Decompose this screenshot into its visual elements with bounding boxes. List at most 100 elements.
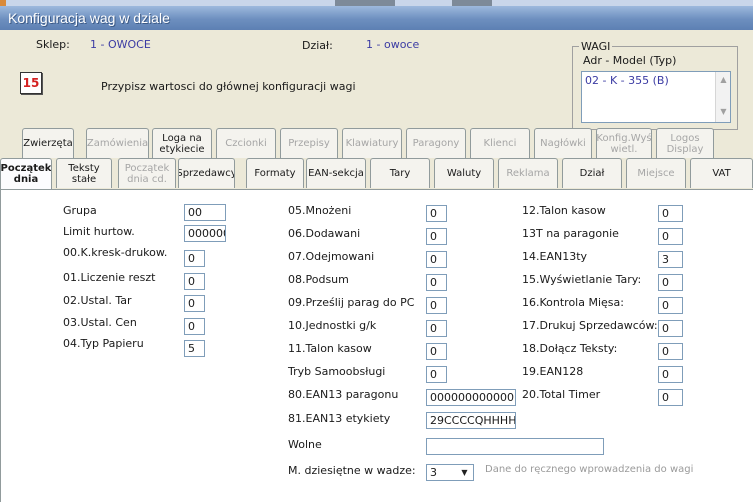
tab-tary[interactable]: Tary [370, 158, 430, 188]
wagi-subheader: Adr - Model (Typ) [583, 54, 677, 67]
field-label: 16.Kontrola Mięsa: [522, 296, 624, 309]
wagi-scrollbar[interactable]: ▲ ▼ [715, 72, 730, 122]
dzial-value: 1 - owoce [366, 38, 420, 51]
tab-naglowki[interactable]: Nagłówki [534, 128, 592, 158]
tab-paragony[interactable]: Paragony [406, 128, 466, 158]
scroll-down-icon[interactable]: ▼ [717, 105, 730, 119]
field-label: 15.Wyświetlanie Tary: [522, 273, 642, 286]
field-label: 07.Odejmowani [288, 250, 375, 263]
tab-zamowienia[interactable]: Zamówienia [86, 128, 149, 158]
tab-konfig-wyswietl[interactable]: Konfig.Wyś wietl. [596, 128, 652, 158]
tab-miejsce[interactable]: Miejsce [626, 158, 686, 188]
field-label: Tryb Samoobsługi [288, 365, 386, 378]
field-label: 00.K.kresk-drukow. [63, 246, 168, 259]
field-label: Wolne [288, 438, 322, 451]
chevron-down-icon[interactable]: ▼ [457, 466, 472, 479]
window-title: Konfiguracja wag w dziale [0, 6, 753, 30]
k-kresk-drukow-input[interactable]: 0 [184, 250, 205, 267]
wagi-legend: WAGI [579, 40, 613, 53]
manual-note: Dane do ręcznego wprowadzenia do wagi [485, 464, 694, 475]
field-label: M. dziesiętne w wadze: [288, 464, 416, 477]
tab-dzial[interactable]: Dział [562, 158, 622, 188]
field-label: 05.Mnożeni [288, 204, 352, 217]
tab-reklama[interactable]: Reklama [498, 158, 558, 188]
field-label: 06.Dodawani [288, 227, 361, 240]
tab-ean-sekcja[interactable]: EAN-sekcja [306, 158, 366, 188]
tab-poczatek-dnia[interactable]: Początek dnia [0, 158, 52, 189]
t-na-paragonie-input[interactable]: 0 [658, 228, 683, 245]
field-label: 81.EAN13 etykiety [288, 412, 391, 425]
tab-formaty[interactable]: Formaty [246, 158, 304, 188]
tab-klawiatury[interactable]: Klawiatury [342, 128, 402, 158]
form-panel: Grupa 00 Limit hurtow. 000000 00.K.kresk… [0, 189, 753, 502]
wagi-list[interactable]: 02 - K - 355 (B) ▲ ▼ [581, 71, 731, 123]
tab-przepisy[interactable]: Przepisy [280, 128, 338, 158]
field-label: 03.Ustal. Cen [63, 316, 137, 329]
field-label: 18.Dołącz Teksty: [522, 342, 618, 355]
ustal-tar-input[interactable]: 0 [184, 295, 205, 312]
wyswietlanie-tary-input[interactable]: 0 [658, 274, 683, 291]
ustal-cen-input[interactable]: 0 [184, 318, 205, 335]
talon-kasow-input[interactable]: 0 [426, 343, 447, 360]
field-label: 17.Drukuj Sprzedawców: [522, 319, 658, 332]
window-body: Sklep: 1 - OWOCE Dział: 1 - owoce 15 Prz… [0, 30, 753, 502]
kontrola-miesa-input[interactable]: 0 [658, 297, 683, 314]
mnozeni-input[interactable]: 0 [426, 205, 447, 222]
field-label: 01.Liczenie reszt [63, 271, 156, 284]
tab-czcionki[interactable]: Czcionki [216, 128, 276, 158]
field-label: 09.Prześlij parag do PC [288, 296, 415, 309]
field-label: 08.Podsum [288, 273, 349, 286]
podsum-input[interactable]: 0 [426, 274, 447, 291]
drukuj-sprzedawcow-input[interactable]: 0 [658, 320, 683, 337]
ean13ty-input[interactable]: 3 [658, 251, 683, 268]
field-label: 14.EAN13ty [522, 250, 588, 263]
tab-waluty[interactable]: Waluty [434, 158, 494, 188]
scroll-up-icon[interactable]: ▲ [717, 73, 730, 87]
calendar-icon[interactable]: 15 [20, 72, 42, 94]
ean128-input[interactable]: 0 [658, 366, 683, 383]
sklep-label: Sklep: [36, 38, 70, 51]
wagi-group: WAGI Adr - Model (Typ) 02 - K - 355 (B) … [572, 40, 738, 130]
tryb-samoobslugi-input[interactable]: 0 [426, 366, 447, 383]
field-label: 11.Talon kasow [288, 342, 372, 355]
liczenie-reszt-input[interactable]: 0 [184, 273, 205, 290]
dodawani-input[interactable]: 0 [426, 228, 447, 245]
tab-zwierzeta[interactable]: Zwierzęta [22, 128, 74, 158]
tab-row-back: Zwierzęta Zamówienia Loga na etykiecie C… [18, 128, 718, 158]
tab-klienci[interactable]: Klienci [470, 128, 530, 158]
field-label: 20.Total Timer [522, 388, 601, 401]
tab-logos-display[interactable]: Logos Display [656, 128, 714, 158]
tab-vat[interactable]: VAT [690, 158, 753, 188]
dolacz-teksty-input[interactable]: 0 [658, 343, 683, 360]
total-timer-input[interactable]: 0 [658, 389, 683, 406]
ean13-paragonu-input[interactable]: 000000000000 [426, 389, 516, 406]
tab-row-front: Początek dnia Teksty stałe Początek dnia… [0, 158, 753, 189]
field-label: Limit hurtow. [63, 225, 135, 238]
field-label: 19.EAN128 [522, 365, 584, 378]
odejmowani-input[interactable]: 0 [426, 251, 447, 268]
field-label: Grupa [63, 204, 97, 217]
field-label: 10.Jednostki g/k [288, 319, 377, 332]
field-label: 02.Ustal. Tar [63, 294, 132, 307]
wolne-input[interactable] [426, 438, 604, 455]
jednostki-input[interactable]: 0 [426, 320, 447, 337]
tab-teksty-stale[interactable]: Teksty stałe [56, 158, 112, 188]
field-label: 80.EAN13 paragonu [288, 388, 399, 401]
dzial-label: Dział: [302, 39, 333, 52]
field-label: 12.Talon kasow [522, 204, 606, 217]
field-label: 13T na paragonie [522, 227, 619, 240]
przeslij-parag-input[interactable]: 0 [426, 297, 447, 314]
field-label: 04.Typ Papieru [63, 337, 144, 350]
grupa-input[interactable]: 00 [184, 204, 226, 221]
tab-poczatek-dnia-cd[interactable]: Początek dnia cd. [118, 158, 176, 188]
talon-kasow-12-input[interactable]: 0 [658, 205, 683, 222]
assign-text: Przypisz wartosci do głównej konfiguracj… [101, 80, 356, 93]
limit-hurtow-input[interactable]: 000000 [184, 225, 226, 242]
tab-sprzedawcy[interactable]: Sprzedawcy [178, 158, 235, 188]
decimal-select[interactable]: 3 ▼ [426, 464, 474, 481]
typ-papieru-input[interactable]: 5 [184, 340, 205, 357]
sklep-value: 1 - OWOCE [90, 38, 151, 51]
wagi-list-item[interactable]: 02 - K - 355 (B) [585, 74, 669, 87]
tab-loga-na-etykiecie[interactable]: Loga na etykiecie [152, 128, 212, 158]
ean13-etykiety-input[interactable]: 29CCCCQHHHH [426, 412, 516, 429]
